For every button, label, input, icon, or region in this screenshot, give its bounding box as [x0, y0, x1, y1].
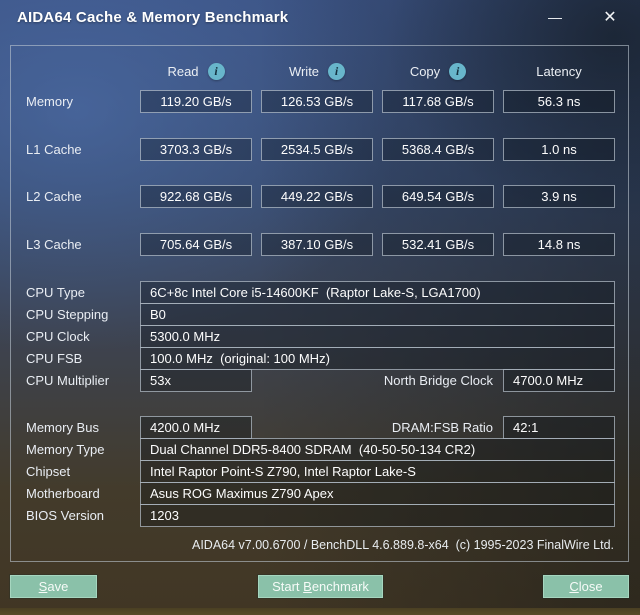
bios-version-label: BIOS Version — [26, 508, 105, 523]
close-button[interactable]: Close — [543, 575, 629, 598]
motherboard-value: Asus ROG Maximus Z790 Apex — [140, 482, 615, 505]
motherboard-label: Motherboard — [26, 486, 100, 501]
save-button-label-post: ave — [47, 579, 69, 594]
l1-copy-box: 5368.4 GB/s — [382, 138, 494, 161]
l3-read-box: 705.64 GB/s — [140, 233, 252, 256]
memory-copy-box: 117.68 GB/s — [382, 90, 494, 113]
cpu-multiplier-label: CPU Multiplier — [26, 373, 110, 388]
chipset-label: Chipset — [26, 464, 71, 479]
save-button-mnemonic: S — [38, 579, 48, 594]
l3-latency-box: 14.8 ns — [503, 233, 615, 256]
cpu-type-value: 6C+8c Intel Core i5-14600KF (Raptor Lake… — [140, 281, 615, 304]
l2-write-box: 449.22 GB/s — [261, 185, 373, 208]
column-header-copy: Copy i — [382, 61, 494, 81]
dram-fsb-ratio-label: DRAM:FSB Ratio — [391, 420, 493, 435]
memory-latency-box: 56.3 ns — [503, 90, 615, 113]
l3-copy-box: 532.41 GB/s — [382, 233, 494, 256]
column-header-write-label: Write — [288, 63, 320, 79]
cpu-fsb-value: 100.0 MHz (original: 100 MHz) — [140, 347, 615, 370]
bottom-edge-strip — [0, 608, 640, 615]
cpu-stepping-value: B0 — [140, 303, 615, 326]
close-button-label-post: lose — [578, 579, 603, 594]
dram-fsb-ratio-value: 42:1 — [503, 416, 615, 439]
cpu-clock-value: 5300.0 MHz — [140, 325, 615, 348]
l1-write-box: 2534.5 GB/s — [261, 138, 373, 161]
l1-latency-box: 1.0 ns — [503, 138, 615, 161]
save-button[interactable]: Save — [10, 575, 97, 598]
memory-read-box: 119.20 GB/s — [140, 90, 252, 113]
memory-write-box: 126.53 GB/s — [261, 90, 373, 113]
chipset-value: Intel Raptor Point-S Z790, Intel Raptor … — [140, 460, 615, 483]
l1-cache-row-label: L1 Cache — [26, 142, 82, 157]
north-bridge-clock-label: North Bridge Clock — [383, 373, 493, 388]
l2-latency-box: 3.9 ns — [503, 185, 615, 208]
aida64-benchmark-window: AIDA64 Cache & Memory Benchmark — ✕ Read… — [0, 0, 640, 615]
copy-info-icon[interactable]: i — [449, 62, 467, 80]
l3-write-box: 387.10 GB/s — [261, 233, 373, 256]
column-header-copy-label: Copy — [409, 63, 441, 79]
start-benchmark-label-post: enchmark — [311, 579, 369, 594]
memory-type-label: Memory Type — [26, 442, 105, 457]
cpu-clock-label: CPU Clock — [26, 329, 90, 344]
column-header-latency-label: Latency — [536, 63, 582, 79]
close-window-button[interactable]: ✕ — [595, 4, 625, 30]
l2-read-box: 922.68 GB/s — [140, 185, 252, 208]
bios-version-value: 1203 — [140, 504, 615, 527]
l2-cache-row-label: L2 Cache — [26, 189, 82, 204]
version-footer: AIDA64 v7.00.6700 / BenchDLL 4.6.889.8-x… — [191, 538, 614, 552]
start-benchmark-mnemonic: B — [303, 579, 312, 594]
window-title: AIDA64 Cache & Memory Benchmark — [17, 9, 289, 26]
minimize-icon: — — [548, 9, 562, 25]
column-header-write: Write i — [261, 61, 373, 81]
column-header-read-label: Read — [167, 63, 199, 79]
cpu-type-label: CPU Type — [26, 285, 86, 300]
l3-cache-row-label: L3 Cache — [26, 237, 82, 252]
memory-bus-label: Memory Bus — [26, 420, 99, 435]
l1-read-box: 3703.3 GB/s — [140, 138, 252, 161]
start-benchmark-button[interactable]: Start Benchmark — [258, 575, 383, 598]
start-benchmark-label-pre: Start — [272, 579, 304, 594]
cpu-fsb-label: CPU FSB — [26, 351, 83, 366]
read-info-icon[interactable]: i — [207, 62, 225, 80]
memory-bus-value: 4200.0 MHz — [140, 416, 252, 439]
cpu-multiplier-value: 53x — [140, 369, 252, 392]
close-button-mnemonic: C — [569, 579, 579, 594]
minimize-button[interactable]: — — [540, 4, 570, 30]
benchmark-frame: Read i Write i Copy i Latency Memory 119… — [10, 45, 629, 562]
close-icon: ✕ — [603, 9, 617, 26]
write-info-icon[interactable]: i — [328, 62, 346, 80]
column-header-read: Read i — [140, 61, 252, 81]
cpu-stepping-label: CPU Stepping — [26, 307, 109, 322]
column-header-latency: Latency — [503, 61, 615, 81]
memory-type-value: Dual Channel DDR5-8400 SDRAM (40-50-50-1… — [140, 438, 615, 461]
memory-row-label: Memory — [26, 94, 73, 109]
north-bridge-clock-value: 4700.0 MHz — [503, 369, 615, 392]
l2-copy-box: 649.54 GB/s — [382, 185, 494, 208]
